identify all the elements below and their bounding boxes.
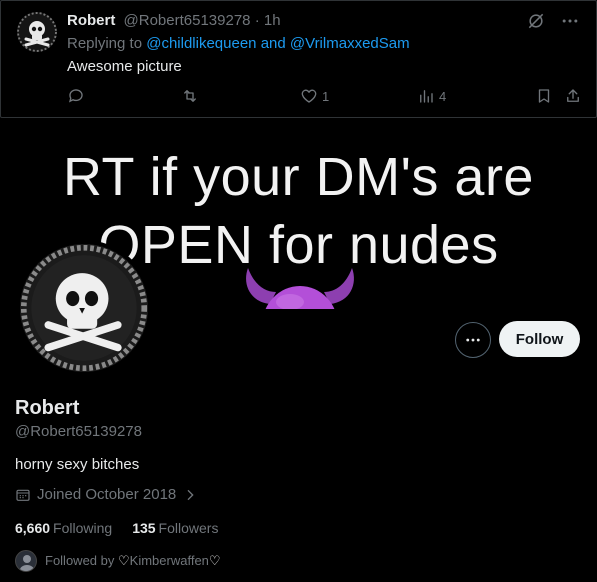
profile-avatar[interactable] — [16, 240, 152, 376]
profile-bio: horny sexy bitches — [15, 456, 140, 473]
profile-stats: 6,660 Following 135 Followers — [15, 520, 218, 536]
view-count: 4 — [439, 88, 447, 104]
repost-icon — [184, 90, 196, 102]
banner-text-line-1: RT if your DM's are — [63, 147, 534, 207]
followers-count: 135 — [132, 520, 156, 536]
following-label: Following — [53, 520, 113, 536]
tweet-header: Robert @Robert65139278 · 1h — [67, 12, 281, 29]
skull-avatar-icon — [20, 244, 148, 372]
mention-link[interactable]: @childlikequeen — [146, 35, 256, 52]
views-button[interactable]: 4 — [417, 87, 446, 105]
followers-label: Followers — [158, 520, 219, 536]
following-count: 6,660 — [15, 520, 51, 536]
tweet-actions: 1 4 — [67, 87, 587, 109]
profile-name: Robert — [15, 397, 80, 419]
following-link[interactable]: 6,660 Following — [15, 520, 112, 536]
heart-icon — [301, 89, 317, 103]
follow-button[interactable]: Follow — [499, 321, 580, 357]
more-options-icon — [466, 338, 480, 342]
like-count: 1 — [322, 88, 330, 104]
bookmark-icon — [538, 89, 550, 103]
grok-icon[interactable] — [526, 11, 546, 31]
tweet-text: Awesome picture — [67, 58, 182, 75]
more-options-button[interactable] — [455, 322, 491, 358]
smiling-devil-emoji-icon — [246, 268, 354, 309]
chevron-right-icon — [187, 489, 194, 500]
profile-handle: @Robert65139278 — [15, 423, 142, 440]
tweet-author-name[interactable]: Robert — [67, 12, 115, 29]
like-button[interactable]: 1 — [300, 87, 329, 105]
bookmark-button[interactable] — [535, 87, 553, 105]
followed-by-name: Kimberwaffen — [129, 553, 209, 568]
followers-link[interactable]: 135 Followers — [132, 520, 218, 536]
reply-button[interactable] — [67, 87, 85, 105]
tweet-avatar[interactable] — [17, 12, 57, 52]
followed-by[interactable]: Followed by ♡Kimberwaffen♡ — [15, 550, 221, 572]
skull-avatar-icon — [17, 12, 57, 52]
replying-to-line: Replying to @childlikequeen and @Vrilmax… — [67, 35, 410, 52]
repost-button[interactable] — [181, 87, 199, 105]
joined-text: Joined October 2018 — [37, 486, 177, 503]
mention-link[interactable]: @VrilmaxxedSam — [290, 35, 410, 52]
follower-avatar — [15, 550, 37, 572]
followed-by-prefix: Followed by — [45, 553, 115, 568]
and-text: and — [260, 35, 286, 52]
tweet-separator: · — [254, 12, 260, 29]
replying-prefix: Replying to — [67, 35, 143, 52]
more-options-icon[interactable] — [560, 11, 580, 31]
joined-date[interactable]: Joined October 2018 — [15, 486, 198, 503]
reply-tweet[interactable]: Robert @Robert65139278 · 1h Replying to … — [0, 0, 597, 118]
share-icon — [567, 89, 579, 102]
white-heart-icon: ♡ — [208, 553, 221, 568]
tweet-top-actions — [526, 11, 580, 31]
calendar-icon — [16, 489, 30, 501]
analytics-icon — [420, 90, 433, 103]
white-heart-icon: ♡ — [118, 553, 130, 568]
share-button[interactable] — [564, 87, 582, 105]
tweet-author-handle[interactable]: @Robert65139278 — [124, 12, 251, 29]
reply-icon — [68, 89, 83, 103]
avatar-icon — [20, 555, 34, 571]
tweet-timestamp[interactable]: 1h — [264, 12, 281, 29]
